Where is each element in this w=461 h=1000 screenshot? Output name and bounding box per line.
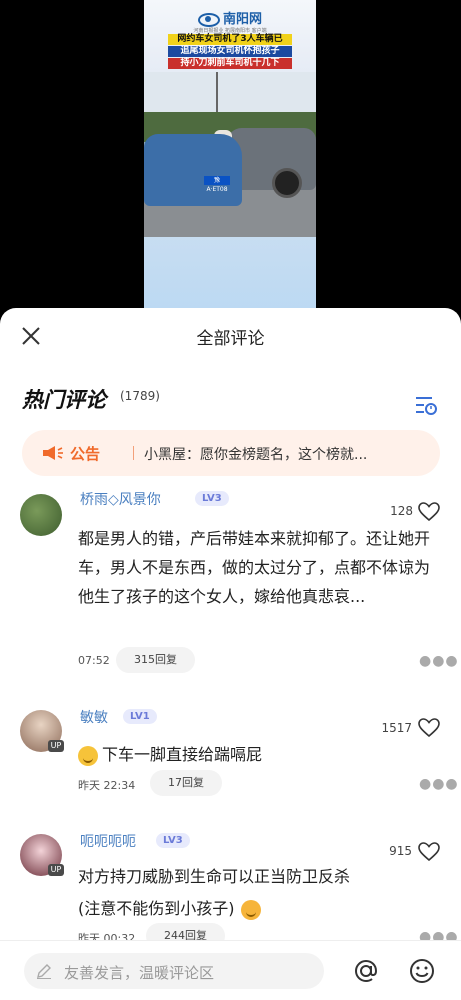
license-plate: 豫A·ET08 <box>204 176 230 193</box>
comment-body-line-2: (注意不能伤到小孩子) <box>78 894 434 923</box>
headline-line-2: 追尾现场女司机怀抱孩子 <box>168 46 292 57</box>
video-frame: 豫A·ET08 <box>144 72 316 237</box>
comment-text: 对方持刀威胁到生命可以正当防卫反杀 <box>78 867 351 886</box>
announcement-divider <box>133 446 134 460</box>
announcement-text: 小黑屋：愿你金榜题名，这个榜就... <box>144 447 368 463</box>
comment-input-placeholder: 友善发言，温暖评论区 <box>64 964 215 982</box>
reply-count-button[interactable]: 315回复 <box>116 647 195 673</box>
eye-logo-icon <box>197 12 220 27</box>
blue-taxi <box>144 134 242 206</box>
level-badge: LV3 <box>195 491 229 506</box>
video-player[interactable]: 南阳网 河南日报报业 拓展南阳市 客户端 网约车女司机了3人车辆已 追尾现场女司… <box>144 0 316 310</box>
smiling-emoji-icon <box>78 745 98 766</box>
level-badge: LV1 <box>123 709 157 724</box>
level-badge: LV3 <box>156 833 190 848</box>
announcement-label: 公告 <box>70 445 101 463</box>
emoji-icon[interactable] <box>408 957 436 985</box>
drooling-emoji-icon <box>240 899 261 920</box>
hot-comments-title: 热门评论 <box>22 388 106 412</box>
headline-line-1: 网约车女司机了3人车辆已 <box>168 34 292 45</box>
logo-subtitle: 河南日报报业 拓展南阳市 客户端 <box>193 28 267 34</box>
up-badge: UP <box>48 740 64 752</box>
comment-username[interactable]: 呃呃呃呃 <box>80 831 136 851</box>
heart-icon[interactable] <box>418 718 440 738</box>
pencil-icon <box>37 964 51 979</box>
heart-icon[interactable] <box>418 842 440 862</box>
up-badge: UP <box>48 864 64 876</box>
comment-username[interactable]: 敏敏 <box>80 707 108 727</box>
comment-time: 07:52 <box>78 654 110 667</box>
comment-sheet: 全部评论 热门评论 (1789) 公告 小黑屋：愿你金榜题名，这个榜就... 桥… <box>0 308 461 1000</box>
comment-username[interactable]: 桥雨◇风景你 <box>80 489 161 509</box>
headline-line-3: 持小刀刺前车司机十几下 <box>168 58 292 69</box>
like-count: 128 <box>390 504 413 518</box>
announcement-bar[interactable]: 公告 小黑屋：愿你金榜题名，这个榜就... <box>22 430 440 476</box>
like-count: 1517 <box>381 721 412 735</box>
more-options-icon[interactable]: ●●● <box>419 776 459 792</box>
comment-text: 都是男人的错，产后带娃本来就抑郁了。还让她开车，男人不是东西，做的太过分了，点都… <box>78 529 431 606</box>
comment-body: 下车一脚直接给踹嗝屁 <box>78 740 434 769</box>
heart-icon[interactable] <box>418 502 440 522</box>
speaker-icon <box>43 446 63 460</box>
more-options-icon[interactable]: ●●● <box>419 653 459 669</box>
comment-input[interactable]: 友善发言，温暖评论区 <box>24 953 324 989</box>
mention-icon[interactable] <box>352 957 380 985</box>
comment-text: 下车一脚直接给踹嗝屁 <box>102 745 263 764</box>
comment-input-bar: 友善发言，温暖评论区 <box>0 940 461 1000</box>
avatar[interactable] <box>20 494 62 536</box>
sheet-title: 全部评论 <box>196 329 265 349</box>
comment-time: 昨天 22:34 <box>78 779 136 792</box>
reply-count-button[interactable]: 17回复 <box>150 770 222 796</box>
logo-text: 南阳网 <box>222 12 262 27</box>
news-logo: 南阳网 <box>144 8 316 27</box>
gray-car-wheel <box>272 168 302 198</box>
sort-icon[interactable] <box>414 394 438 418</box>
comment-text: (注意不能伤到小孩子) <box>78 899 235 918</box>
hot-comments-count: (1789) <box>120 389 160 403</box>
like-count: 915 <box>389 844 412 858</box>
